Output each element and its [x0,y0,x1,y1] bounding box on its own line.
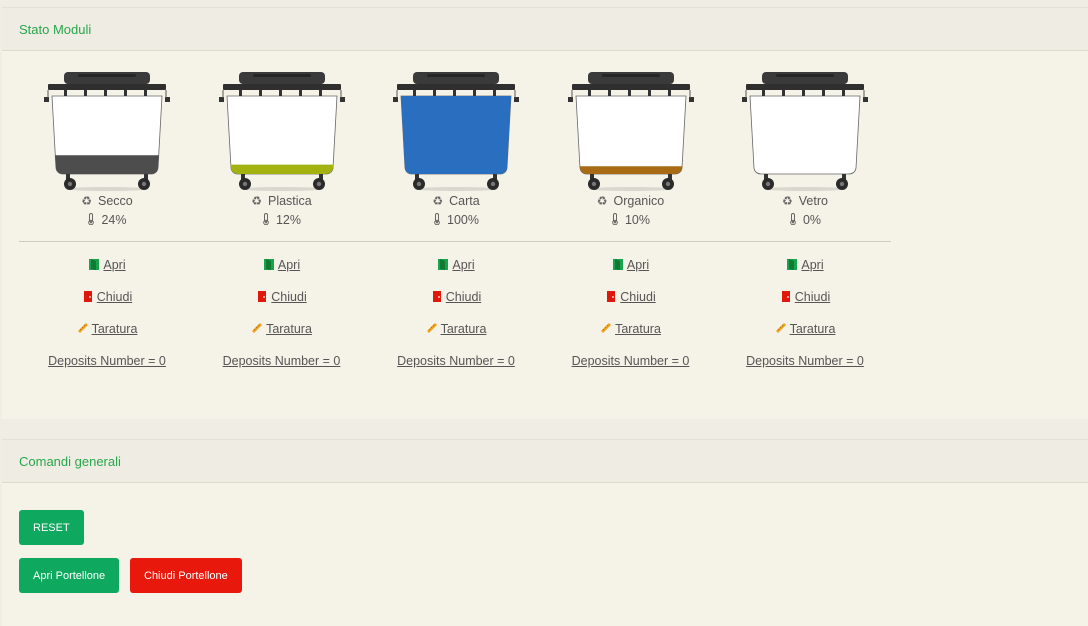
module-name: Vetro [798,194,828,208]
ruler-icon [252,323,263,333]
chiudi-link[interactable]: Chiudi [795,290,830,304]
module-level-label: 10% [561,213,701,227]
module-name: Plastica [267,194,312,208]
module-name-label: ♻ Vetro [735,194,875,208]
comandi-generali-heading: Comandi generali [2,440,1088,483]
module-name: Secco [98,194,133,208]
door-closed-icon [258,291,267,302]
deposits-number-link[interactable]: Deposits Number = 0 [572,354,690,368]
chiudi-link[interactable]: Chiudi [97,290,132,304]
deposits-row: Deposits Number = 0 [720,354,890,368]
chiudi-link-row: Chiudi [725,290,885,304]
stato-moduli-panel: Stato Moduli ♻ Secco 24% Apri Chiudi Taratura… [2,7,1088,419]
module-fill-percent: 12% [275,213,302,227]
chiudi-link-row: Chiudi [202,290,362,304]
ruler-icon [77,323,88,333]
deposits-number-link[interactable]: Deposits Number = 0 [397,354,515,368]
thermometer-icon [263,213,269,225]
door-open-icon [438,259,449,270]
reset-button[interactable]: RESET [19,510,84,545]
bin-graphic [393,72,519,191]
door-closed-icon [83,291,92,302]
apri-link[interactable]: Apri [801,258,823,272]
thermometer-icon [88,213,95,225]
bin-graphic [742,72,868,191]
deposits-row: Deposits Number = 0 [197,354,367,368]
module-fill-percent: 24% [101,213,127,227]
module-name-label: ♻ Plastica [212,194,352,208]
taratura-link-row: Taratura [725,322,885,336]
module-fill-percent: 0% [802,213,822,227]
door-closed-icon [781,291,790,302]
door-closed-icon [607,291,616,302]
chiudi-link[interactable]: Chiudi [620,290,655,304]
door-open-icon [787,259,798,270]
bin-graphic [218,72,345,191]
recycle-icon: ♻ [432,194,444,208]
recycle-icon: ♻ [596,194,608,208]
thermometer-icon [612,213,618,225]
taratura-link[interactable]: Taratura [790,322,836,336]
deposits-row: Deposits Number = 0 [546,354,716,368]
module-name-label: ♻ Carta [386,194,526,208]
module-level-label: 0% [735,213,875,227]
deposits-number-link[interactable]: Deposits Number = 0 [746,354,864,368]
chiudi-link[interactable]: Chiudi [446,290,481,304]
taratura-link[interactable]: Taratura [92,322,138,336]
door-open-icon [89,259,100,270]
deposits-number-link[interactable]: Deposits Number = 0 [48,354,166,368]
recycle-icon: ♻ [81,194,92,208]
recycle-icon: ♻ [251,194,262,208]
apri-link[interactable]: Apri [452,258,474,272]
bin-graphic [44,72,170,191]
bin-graphic [567,72,694,191]
taratura-link[interactable]: Taratura [615,322,661,336]
chiudi-link[interactable]: Chiudi [271,290,306,304]
apri-link[interactable]: Apri [103,258,125,272]
chiudi-link-row: Chiudi [551,290,711,304]
door-closed-icon [432,291,441,302]
taratura-link-row: Taratura [551,322,711,336]
module-level-label: 24% [37,213,177,227]
apri-link[interactable]: Apri [278,258,300,272]
ruler-icon [601,323,612,333]
chiudi-link-row: Chiudi [27,290,187,304]
module-level-label: 100% [386,213,526,227]
module-name-label: ♻ Secco [37,194,177,208]
apri-link-row: Apri [725,258,885,272]
taratura-link-row: Taratura [202,322,362,336]
module-name-label: ♻ Organico [561,194,701,208]
chiudi-portellone-button[interactable]: Chiudi Portellone [130,558,242,593]
taratura-link[interactable]: Taratura [266,322,312,336]
apri-link-row: Apri [376,258,536,272]
door-open-icon [263,259,274,270]
taratura-link[interactable]: Taratura [441,322,487,336]
stato-moduli-heading: Stato Moduli [2,8,1088,51]
module-fill-percent: 100% [447,213,479,227]
comandi-generali-panel: Comandi generali RESET Apri Portellone C… [2,439,1088,626]
deposits-row: Deposits Number = 0 [22,354,192,368]
module-fill-percent: 10% [624,213,651,227]
door-open-icon [612,259,623,270]
thermometer-icon [790,213,796,225]
apri-link-row: Apri [202,258,362,272]
taratura-link-row: Taratura [27,322,187,336]
apri-link[interactable]: Apri [627,258,649,272]
thermometer-icon [434,213,440,225]
apri-portellone-button[interactable]: Apri Portellone [19,558,120,593]
recycle-icon: ♻ [782,194,793,208]
apri-link-row: Apri [27,258,187,272]
ruler-icon [775,323,786,333]
ruler-icon [426,323,437,333]
apri-link-row: Apri [551,258,711,272]
module-level-label: 12% [212,213,352,227]
taratura-link-row: Taratura [376,322,536,336]
module-name: Organico [613,194,665,208]
module-name: Carta [449,194,480,208]
chiudi-link-row: Chiudi [376,290,536,304]
deposits-number-link[interactable]: Deposits Number = 0 [223,354,341,368]
modules-divider [19,241,891,242]
deposits-row: Deposits Number = 0 [371,354,541,368]
